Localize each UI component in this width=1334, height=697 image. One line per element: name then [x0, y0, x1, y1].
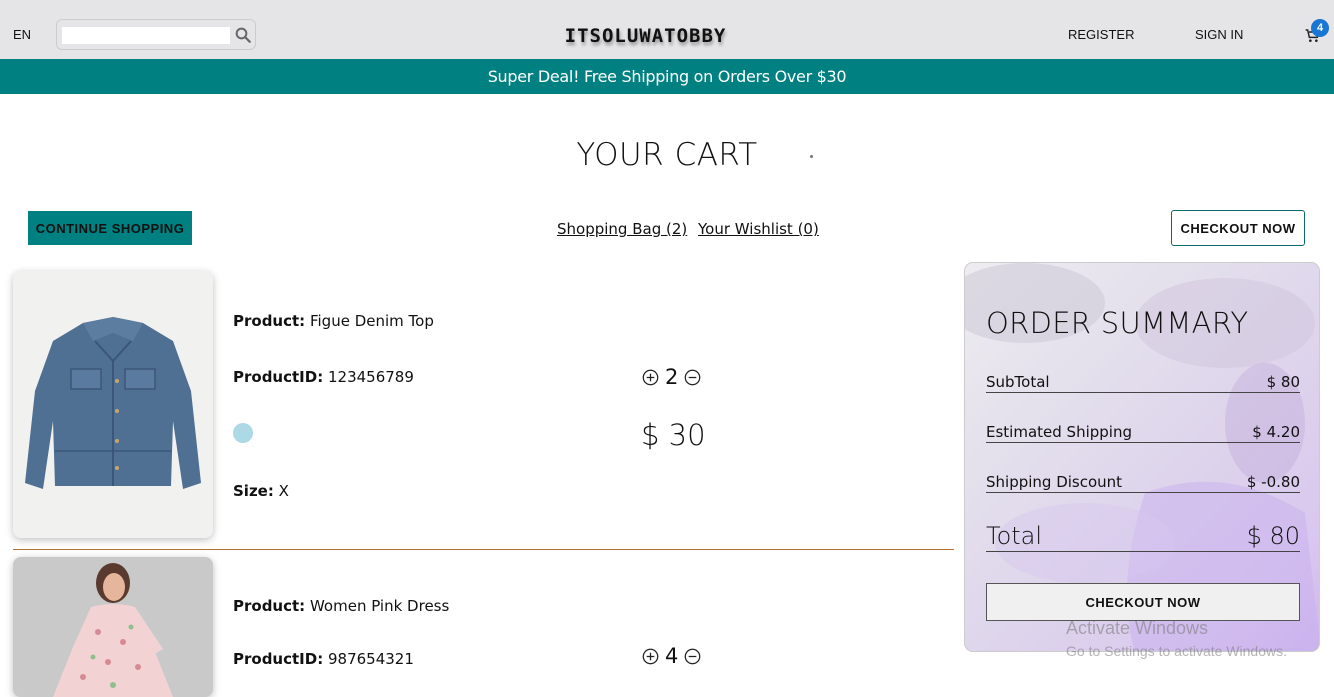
- denim-jacket-illustration: [25, 317, 201, 489]
- total-row: Total $ 80: [986, 522, 1300, 552]
- discount-row: Shipping Discount $ -0.80: [986, 473, 1300, 493]
- discount-value: $ -0.80: [1246, 473, 1300, 491]
- product-id: 987654321: [328, 650, 414, 668]
- decrease-quantity-icon[interactable]: [684, 369, 701, 386]
- cart-count-badge: 4: [1311, 19, 1329, 37]
- page-title: YOUR CART: [576, 137, 758, 173]
- product-name: Women Pink Dress: [309, 597, 450, 615]
- product-id-row: ProductID: 123456789: [233, 368, 414, 386]
- checkout-now-button-summary[interactable]: CHECKOUT NOW: [986, 583, 1300, 621]
- shopping-bag-link[interactable]: Shopping Bag (2): [557, 220, 687, 238]
- total-value: $ 80: [1246, 522, 1300, 550]
- subtotal-value: $ 80: [1266, 373, 1300, 391]
- product-name-row: Product: Figue Denim Top: [233, 312, 434, 330]
- total-label: Total: [986, 522, 1043, 550]
- discount-label: Shipping Discount: [986, 473, 1123, 491]
- product-size: X: [278, 482, 289, 500]
- product-name: Figue Denim Top: [309, 312, 434, 330]
- activate-windows-subtext: Go to Settings to activate Windows.: [1066, 643, 1287, 659]
- product-id-label: ProductID:: [233, 368, 324, 386]
- product-label: Product:: [233, 597, 306, 615]
- increase-quantity-icon[interactable]: [642, 648, 659, 665]
- order-summary-title: ORDER SUMMARY: [986, 306, 1249, 340]
- product-label: Product:: [233, 312, 306, 330]
- quantity-value: 2: [665, 365, 679, 389]
- increase-quantity-icon[interactable]: [642, 369, 659, 386]
- activate-windows-watermark: Activate Windows: [1066, 618, 1209, 638]
- sign-in-link[interactable]: SIGN IN: [1195, 27, 1243, 42]
- product-size-label: Size:: [233, 482, 274, 500]
- product-id-row: ProductID: 987654321: [233, 650, 414, 668]
- decorative-dot: [810, 155, 813, 158]
- announcement-bar: Super Deal! Free Shipping on Orders Over…: [0, 59, 1334, 94]
- product-color-swatch: [233, 423, 253, 443]
- subtotal-row: SubTotal $ 80: [986, 373, 1300, 393]
- quantity-stepper: 2: [642, 365, 701, 389]
- register-link[interactable]: REGISTER: [1068, 27, 1134, 42]
- navbar: EN ITSOLUWATOBBY REGISTER SIGN IN 4: [0, 0, 1334, 59]
- pink-dress-illustration: [53, 563, 173, 697]
- product-price: $ 30: [641, 418, 706, 452]
- product-image-denim-jacket: [13, 271, 213, 538]
- product-id: 123456789: [328, 368, 414, 386]
- continue-shopping-button[interactable]: CONTINUE SHOPPING: [28, 211, 192, 245]
- product-size-row: Size: X: [233, 482, 289, 500]
- subtotal-label: SubTotal: [986, 373, 1050, 391]
- shipping-value: $ 4.20: [1252, 423, 1300, 441]
- product-name-row: Product: Women Pink Dress: [233, 597, 449, 615]
- checkout-now-button-top[interactable]: CHECKOUT NOW: [1171, 210, 1305, 246]
- logo-text: ITSOLUWATOBBY: [564, 25, 727, 47]
- product-id-label: ProductID:: [233, 650, 324, 668]
- shipping-row: Estimated Shipping $ 4.20: [986, 423, 1300, 443]
- shipping-label: Estimated Shipping: [986, 423, 1132, 441]
- product-divider: [13, 549, 954, 550]
- wishlist-link[interactable]: Your Wishlist (0): [698, 220, 819, 238]
- quantity-value: 4: [665, 644, 679, 668]
- order-summary-panel: ORDER SUMMARY SubTotal $ 80 Estimated Sh…: [964, 262, 1320, 652]
- decrease-quantity-icon[interactable]: [684, 648, 701, 665]
- quantity-stepper: 4: [642, 644, 701, 668]
- product-image-pink-dress: [13, 557, 213, 697]
